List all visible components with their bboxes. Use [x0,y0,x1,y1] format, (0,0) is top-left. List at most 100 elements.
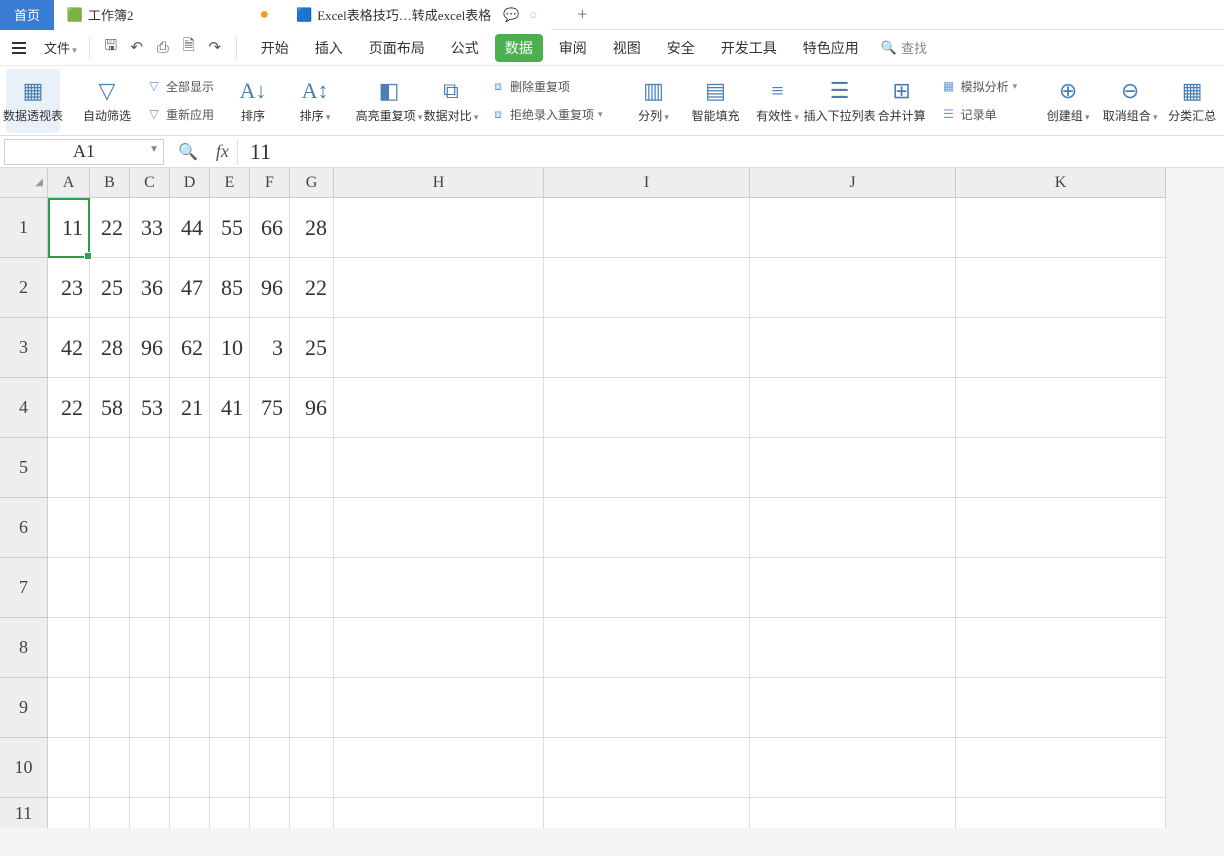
cell-J6[interactable] [750,498,956,558]
ribbon-reapply[interactable]: ▽重新应用 [142,102,218,128]
tab-home[interactable]: 首页 [0,0,54,30]
cell-F2[interactable]: 96 [250,258,290,318]
cell-G10[interactable] [290,738,334,798]
cell-C3[interactable]: 96 [130,318,170,378]
cell-C4[interactable]: 53 [130,378,170,438]
print-preview-icon[interactable]: 🗎 [178,37,200,59]
cell-C10[interactable] [130,738,170,798]
cell-E5[interactable] [210,438,250,498]
cell-K3[interactable] [956,318,1166,378]
col-header-F[interactable]: F [250,168,290,198]
menu-4[interactable]: 数据 [495,34,543,62]
menu-9[interactable]: 特色应用 [793,34,869,62]
cell-F1[interactable]: 66 [250,198,290,258]
cell-B3[interactable]: 28 [90,318,130,378]
col-header-A[interactable]: A [48,168,90,198]
cell-G3[interactable]: 25 [290,318,334,378]
row-header-6[interactable]: 6 [0,498,48,558]
cell-C11[interactable] [130,798,170,828]
cell-C2[interactable]: 36 [130,258,170,318]
cell-J1[interactable] [750,198,956,258]
cell-K6[interactable] [956,498,1166,558]
ribbon-record-form[interactable]: ☰记录单 [937,102,1022,128]
cell-A8[interactable] [48,618,90,678]
cell-H4[interactable] [334,378,544,438]
ribbon-sim-analysis[interactable]: ▦模拟分析 ▾ [937,74,1022,100]
cell-D9[interactable] [170,678,210,738]
cell-K7[interactable] [956,558,1166,618]
ribbon-sort[interactable]: A↕排序 [288,69,342,133]
ribbon-del-dup[interactable]: ⧈删除重复项 [486,74,607,100]
col-header-K[interactable]: K [956,168,1166,198]
cell-G7[interactable] [290,558,334,618]
cell-G2[interactable]: 22 [290,258,334,318]
ribbon-pivot-table[interactable]: ▦数据透视表 [6,69,60,133]
cell-C9[interactable] [130,678,170,738]
cell-F7[interactable] [250,558,290,618]
cell-I3[interactable] [544,318,750,378]
ribbon-ungroup[interactable]: ⊖取消组合 [1103,69,1157,133]
row-header-9[interactable]: 9 [0,678,48,738]
col-header-B[interactable]: B [90,168,130,198]
cell-D1[interactable]: 44 [170,198,210,258]
cell-I5[interactable] [544,438,750,498]
row-header-3[interactable]: 3 [0,318,48,378]
menu-2[interactable]: 页面布局 [359,34,435,62]
print-icon[interactable]: ⎙ [152,37,174,59]
cell-C6[interactable] [130,498,170,558]
cell-B2[interactable]: 25 [90,258,130,318]
save-icon[interactable]: 🖫 [100,37,122,59]
cell-E6[interactable] [210,498,250,558]
name-box[interactable]: A1 ▼ [4,139,164,165]
cell-A10[interactable] [48,738,90,798]
cell-I7[interactable] [544,558,750,618]
cell-F8[interactable] [250,618,290,678]
cell-B10[interactable] [90,738,130,798]
formula-input[interactable]: 11 [237,139,1224,165]
cell-F9[interactable] [250,678,290,738]
cell-J5[interactable] [750,438,956,498]
ribbon-validity[interactable]: ≡有效性 [751,69,805,133]
zoom-icon[interactable]: 🔍 [168,142,208,162]
cell-F6[interactable] [250,498,290,558]
cell-A3[interactable]: 42 [48,318,90,378]
cell-G8[interactable] [290,618,334,678]
cell-I9[interactable] [544,678,750,738]
col-header-C[interactable]: C [130,168,170,198]
tab-new[interactable]: + [551,0,613,30]
menu-8[interactable]: 开发工具 [711,34,787,62]
cell-C8[interactable] [130,618,170,678]
cell-D11[interactable] [170,798,210,828]
cell-D3[interactable]: 62 [170,318,210,378]
row-header-4[interactable]: 4 [0,378,48,438]
cell-I4[interactable] [544,378,750,438]
cell-B4[interactable]: 58 [90,378,130,438]
menu-3[interactable]: 公式 [441,34,489,62]
cell-A1[interactable]: 11 [48,198,90,258]
ribbon-split-col[interactable]: ▥分列 [627,69,681,133]
cell-I11[interactable] [544,798,750,828]
cell-B7[interactable] [90,558,130,618]
cell-K11[interactable] [956,798,1166,828]
undo-icon[interactable]: ↶ [126,37,148,59]
cell-D2[interactable]: 47 [170,258,210,318]
cell-F4[interactable]: 75 [250,378,290,438]
cell-D7[interactable] [170,558,210,618]
chevron-down-icon[interactable]: ▼ [149,144,159,155]
ribbon-show-all[interactable]: ▽全部显示 [142,74,218,100]
cell-H7[interactable] [334,558,544,618]
ribbon-highlight-dup[interactable]: ◧高亮重复项 [362,69,416,133]
cell-J11[interactable] [750,798,956,828]
cell-K5[interactable] [956,438,1166,498]
cell-C1[interactable]: 33 [130,198,170,258]
cell-I10[interactable] [544,738,750,798]
cell-A7[interactable] [48,558,90,618]
col-header-D[interactable]: D [170,168,210,198]
cell-C7[interactable] [130,558,170,618]
cell-G1[interactable]: 28 [290,198,334,258]
cell-E2[interactable]: 85 [210,258,250,318]
cell-I2[interactable] [544,258,750,318]
cell-B9[interactable] [90,678,130,738]
cell-H1[interactable] [334,198,544,258]
menu-5[interactable]: 审阅 [549,34,597,62]
